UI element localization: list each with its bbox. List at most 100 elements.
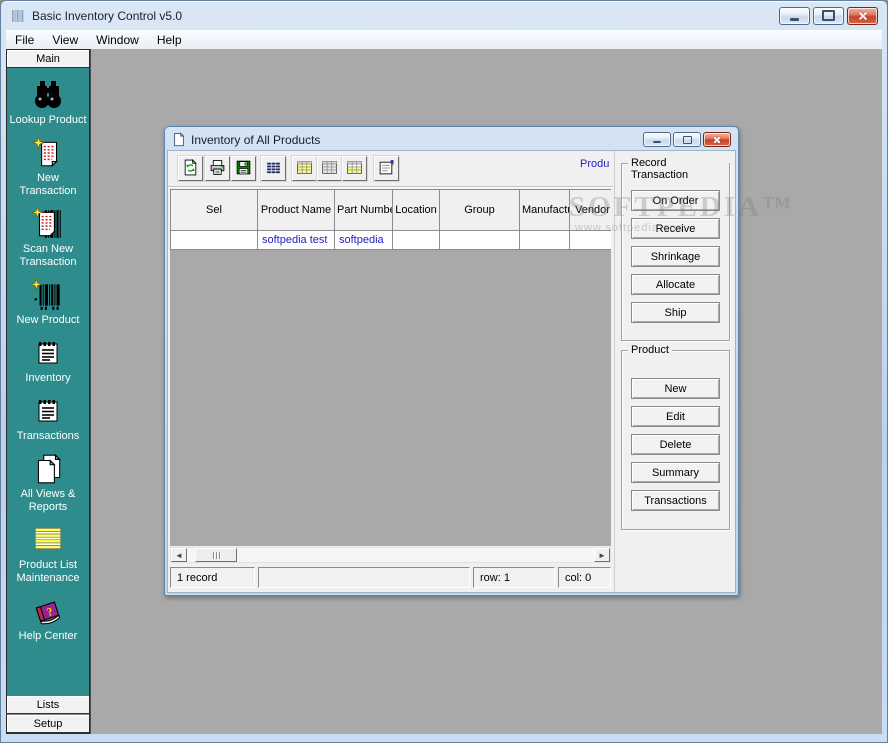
inner-maximize-button[interactable] [673, 132, 701, 147]
table-cell[interactable] [570, 231, 612, 250]
minimize-icon [653, 141, 661, 144]
sidebar-item[interactable]: New Product [7, 278, 89, 327]
record-transaction-title: Record Transaction [628, 157, 729, 181]
transaction-button[interactable]: Ship [631, 302, 720, 323]
form-edit-button[interactable] [374, 156, 399, 181]
save-icon [235, 159, 252, 179]
transaction-button[interactable]: Receive [631, 218, 720, 239]
grid-rows-button[interactable] [342, 156, 367, 181]
column-header[interactable]: Manufacturer [520, 190, 570, 231]
transaction-button[interactable]: Shrinkage [631, 246, 720, 267]
sidebar-item[interactable]: Lookup Product [7, 78, 89, 127]
table-row[interactable]: softpedia testsoftpedia [171, 231, 612, 250]
product-button[interactable]: Delete [631, 434, 720, 455]
mdi-area: Inventory of All Products Produ [90, 49, 882, 734]
transaction-button[interactable]: On Order [631, 190, 720, 211]
status-bar: 1 record row: 1 col: 0 [170, 567, 611, 588]
print-icon [209, 159, 226, 179]
menu-item[interactable]: File [6, 31, 43, 49]
print-button[interactable] [205, 156, 230, 181]
inventory-window: Inventory of All Products Produ [164, 126, 739, 596]
products-table: SelProduct NamePart NumberLocationGroupM… [170, 189, 611, 250]
sidebar-item[interactable]: Scan New Transaction [7, 207, 89, 269]
receipt-new-icon [31, 136, 65, 170]
form-edit-icon [378, 159, 395, 179]
close-icon [713, 136, 721, 144]
table-cell[interactable] [440, 231, 520, 250]
column-header[interactable]: Vendor [570, 190, 612, 231]
inner-close-button[interactable] [703, 132, 731, 147]
product-button[interactable]: Edit [631, 406, 720, 427]
record-transaction-group: Record Transaction On OrderReceiveShrink… [621, 163, 730, 341]
table-cell[interactable] [520, 231, 570, 250]
refresh-button[interactable] [178, 156, 203, 181]
receipt-scan-icon [31, 207, 65, 241]
close-button[interactable] [847, 7, 878, 25]
columns-icon [265, 159, 282, 179]
column-header[interactable]: Location [393, 190, 440, 231]
sidebar-tab[interactable]: Lists [7, 696, 89, 714]
document-icon [172, 132, 186, 147]
product-link-label[interactable]: Produ [580, 158, 612, 170]
grid-plain-icon [321, 159, 338, 179]
app-barcode-icon [10, 8, 26, 24]
notepad-icon [32, 394, 64, 428]
product-group-title: Product [628, 344, 672, 356]
minimize-button[interactable] [779, 7, 810, 25]
scroll-left-button[interactable]: ◄ [171, 548, 187, 562]
refresh-icon [182, 159, 199, 179]
maximize-icon [683, 136, 692, 144]
table-cell[interactable]: softpedia [335, 231, 393, 250]
binoculars-icon [31, 78, 65, 112]
menu-bar: FileViewWindowHelp [6, 30, 882, 50]
title-bar[interactable]: Basic Inventory Control v5.0 [1, 1, 887, 30]
column-header[interactable]: Product Name [258, 190, 335, 231]
table-cell[interactable] [393, 231, 440, 250]
grid-all-button[interactable] [292, 156, 317, 181]
sidebar-item[interactable]: Inventory [7, 336, 89, 385]
sidebar-item[interactable]: New Transaction [7, 136, 89, 198]
sidebar-bottom-tabs: ListsSetup [7, 696, 89, 733]
product-button[interactable]: Transactions [631, 490, 720, 511]
columns-button[interactable] [261, 156, 286, 181]
sidebar-tab[interactable]: Setup [7, 714, 89, 733]
menu-item[interactable]: Window [87, 31, 148, 49]
save-button[interactable] [231, 156, 256, 181]
menu-item[interactable]: Help [148, 31, 191, 49]
documents-icon [31, 452, 65, 486]
table-viewport: SelProduct NamePart NumberLocationGroupM… [170, 189, 611, 546]
sidebar-item[interactable]: Product List Maintenance [7, 523, 89, 585]
sidebar-item[interactable]: All Views & Reports [7, 452, 89, 514]
minimize-icon [790, 18, 799, 21]
grid-plain-button[interactable] [317, 156, 342, 181]
table-cell[interactable] [171, 231, 258, 250]
help-book-icon: ? [31, 594, 65, 628]
scroll-right-button[interactable]: ► [594, 548, 610, 562]
transaction-button[interactable]: Allocate [631, 274, 720, 295]
menu-item[interactable]: View [43, 31, 87, 49]
inventory-window-title: Inventory of All Products [191, 133, 320, 147]
status-row: row: 1 [473, 567, 555, 588]
column-header[interactable]: Part Number [335, 190, 393, 231]
status-message [258, 567, 470, 588]
barcode-new-icon [31, 278, 65, 312]
inner-minimize-button[interactable] [643, 132, 671, 147]
record-count: 1 record [170, 567, 255, 588]
inventory-window-titlebar[interactable]: Inventory of All Products [167, 129, 736, 150]
sidebar: Main Lookup Product New Transaction [6, 49, 90, 734]
column-header[interactable]: Sel [171, 190, 258, 231]
inventory-window-client: Produ SelProduct NamePart NumberLocation… [167, 150, 736, 593]
column-header[interactable]: Group [440, 190, 520, 231]
grid-rows-icon [346, 159, 363, 179]
product-button[interactable]: New [631, 378, 720, 399]
sidebar-item[interactable]: Transactions [7, 394, 89, 443]
table-cell[interactable]: softpedia test [258, 231, 335, 250]
horizontal-scrollbar[interactable]: ◄ ► [170, 547, 611, 563]
sidebar-tab-main[interactable]: Main [7, 50, 89, 68]
sidebar-item[interactable]: ? Help Center [7, 594, 89, 643]
content-area: Main Lookup Product New Transaction [6, 49, 882, 734]
scrollbar-thumb[interactable] [195, 548, 237, 562]
product-button[interactable]: Summary [631, 462, 720, 483]
right-panel: Record Transaction On Order Receive Shrink… [614, 151, 735, 593]
maximize-button[interactable] [813, 7, 844, 25]
